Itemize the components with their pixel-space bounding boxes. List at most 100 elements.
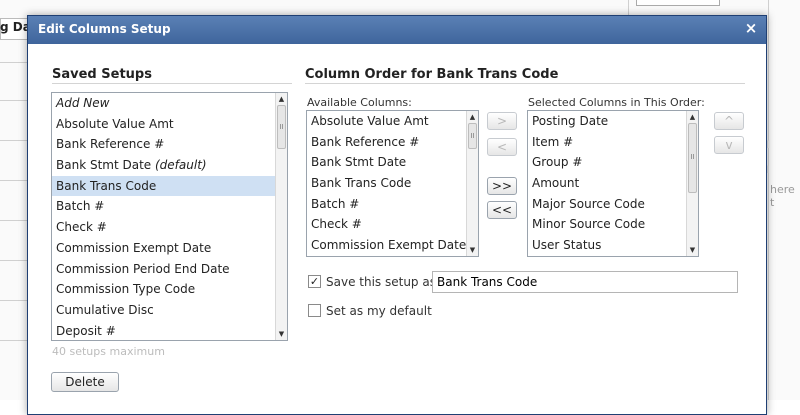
list-item[interactable]: Amount [528, 173, 698, 194]
delete-button[interactable]: Delete [51, 372, 119, 392]
list-item-label: Minor Source Code [532, 217, 646, 232]
available-columns-scrollbar[interactable]: ▲ ▼ [466, 111, 478, 256]
list-item-label: Posting Date [532, 114, 609, 128]
selected-columns-label: Selected Columns in This Order: [528, 96, 705, 109]
setups-max-note: 40 setups maximum [52, 345, 165, 358]
list-item-label: Deposit # [56, 323, 116, 338]
list-item[interactable]: Commission Period End Date [52, 259, 287, 280]
saved-setups-title: Saved Setups [52, 67, 152, 82]
list-item[interactable]: Bank Stmt Date (default) [52, 155, 287, 176]
scroll-down-icon[interactable]: ▼ [687, 244, 698, 256]
dialog-titlebar[interactable]: Edit Columns Setup × [28, 16, 766, 44]
column-order-divider [305, 83, 745, 84]
list-item[interactable]: Add New [52, 93, 287, 114]
list-item-label: Commission Type Code [56, 282, 196, 297]
list-item[interactable]: Group # [528, 152, 698, 173]
available-columns-items: Absolute Value Amt Bank Reference # Bank S… [307, 111, 478, 256]
scroll-up-icon[interactable]: ▲ [687, 111, 698, 123]
available-columns-list[interactable]: Absolute Value Amt Bank Reference # Bank S… [306, 110, 479, 257]
background-divider [0, 300, 27, 301]
background-divider [768, 0, 769, 400]
list-item[interactable]: Deposit # [52, 321, 287, 340]
move-all-left-button[interactable]: << [487, 201, 517, 219]
list-item-label: Bank Trans Code [311, 176, 412, 191]
list-item[interactable]: Batch # [52, 196, 287, 217]
background-divider [0, 220, 27, 221]
grip-icon [471, 133, 474, 138]
list-item-label: Item # [532, 134, 574, 149]
move-right-button[interactable]: > [487, 112, 517, 130]
edit-columns-dialog: Edit Columns Setup × Saved Setups Add Ne… [27, 15, 767, 415]
setup-name-input[interactable] [432, 271, 738, 293]
background-ghost-text: here t [770, 183, 795, 209]
list-item[interactable]: Commission Type Code [52, 279, 287, 300]
move-left-button[interactable]: < [487, 138, 517, 156]
list-item-label: Bank Stmt Date [56, 158, 152, 173]
default-marker: (default) [155, 158, 207, 173]
scroll-thumb[interactable] [277, 105, 286, 149]
list-item-label: Bank Stmt Date [311, 155, 407, 170]
list-item[interactable]: Check # [307, 214, 478, 235]
list-item[interactable]: Batch # [307, 194, 478, 215]
list-item-label: Amount [532, 176, 580, 191]
selected-columns-list[interactable]: Posting Date Item # Group # Amount Major Sou… [527, 110, 699, 257]
list-item-label: Batch # [56, 199, 105, 214]
move-down-button[interactable]: v [714, 136, 744, 154]
scroll-up-icon[interactable]: ▲ [467, 111, 478, 123]
move-up-button[interactable]: ^ [714, 112, 744, 130]
list-item[interactable]: Minor Source Code [528, 214, 698, 235]
list-item[interactable]: Bank Trans Code [307, 173, 478, 194]
set-default-label: Set as my default [326, 304, 432, 318]
list-item-label: Add New [56, 96, 110, 110]
list-item[interactable]: User Status [528, 235, 698, 256]
list-item-label: Group # [532, 155, 583, 170]
list-item-label: User Status [532, 238, 602, 253]
list-item[interactable]: Commission Exempt Date [307, 235, 478, 256]
list-item[interactable]: Bank Reference # [52, 134, 287, 155]
list-item[interactable]: Item # [528, 132, 698, 153]
list-item[interactable]: Commission Exempt Date [52, 238, 287, 259]
save-setup-label: Save this setup as: [326, 275, 441, 289]
list-item[interactable]: Bank Trans Code [52, 175, 287, 197]
background-box [636, 0, 720, 6]
scroll-up-icon[interactable]: ▲ [276, 93, 287, 105]
list-item-label: Absolute Value Amt [56, 116, 174, 131]
list-item-label: Commission Period End Date [56, 261, 230, 276]
list-item-label: Check # [311, 217, 362, 232]
scroll-down-icon[interactable]: ▼ [467, 244, 478, 256]
list-item-label: Bank Reference # [311, 134, 420, 149]
background-divider [0, 100, 27, 101]
list-item[interactable]: Absolute Value Amt [52, 114, 287, 135]
close-icon[interactable]: × [742, 19, 760, 37]
background-divider [628, 0, 629, 15]
list-item[interactable]: Check # [52, 217, 287, 238]
saved-setups-items: Add New Absolute Value Amt Bank Reference … [52, 93, 287, 340]
scroll-thumb[interactable] [688, 123, 697, 193]
saved-setups-scrollbar[interactable]: ▲ ▼ [275, 93, 287, 340]
list-item-label: Commission Exempt Date [56, 240, 212, 255]
list-item[interactable]: Posting Date [528, 111, 698, 132]
list-item[interactable]: Bank Reference # [307, 132, 478, 153]
list-item-label: Batch # [311, 196, 360, 211]
list-item-label: Bank Trans Code [56, 178, 157, 193]
list-item[interactable]: Absolute Value Amt [307, 111, 478, 132]
selected-columns-items: Posting Date Item # Group # Amount Major Sou… [528, 111, 698, 256]
scroll-thumb[interactable] [468, 123, 477, 149]
list-item-label: Commission Exempt Date [311, 238, 467, 253]
saved-setups-list[interactable]: Add New Absolute Value Amt Bank Reference … [51, 92, 288, 341]
grip-icon [280, 124, 283, 129]
scroll-down-icon[interactable]: ▼ [276, 328, 287, 340]
background-divider [0, 62, 27, 63]
list-item-label: Cumulative Disc [56, 302, 154, 317]
available-columns-label: Available Columns: [307, 96, 412, 109]
save-setup-checkbox[interactable]: ✓ [308, 275, 321, 288]
background-divider [0, 180, 27, 181]
list-item[interactable]: Major Source Code [528, 194, 698, 215]
set-default-checkbox[interactable] [308, 304, 321, 317]
list-item[interactable]: Cumulative Disc [52, 300, 287, 321]
background-divider [0, 260, 27, 261]
selected-columns-scrollbar[interactable]: ▲ ▼ [686, 111, 698, 256]
list-item[interactable]: Bank Stmt Date [307, 152, 478, 173]
saved-setups-divider [52, 83, 292, 84]
move-all-right-button[interactable]: >> [487, 177, 517, 195]
